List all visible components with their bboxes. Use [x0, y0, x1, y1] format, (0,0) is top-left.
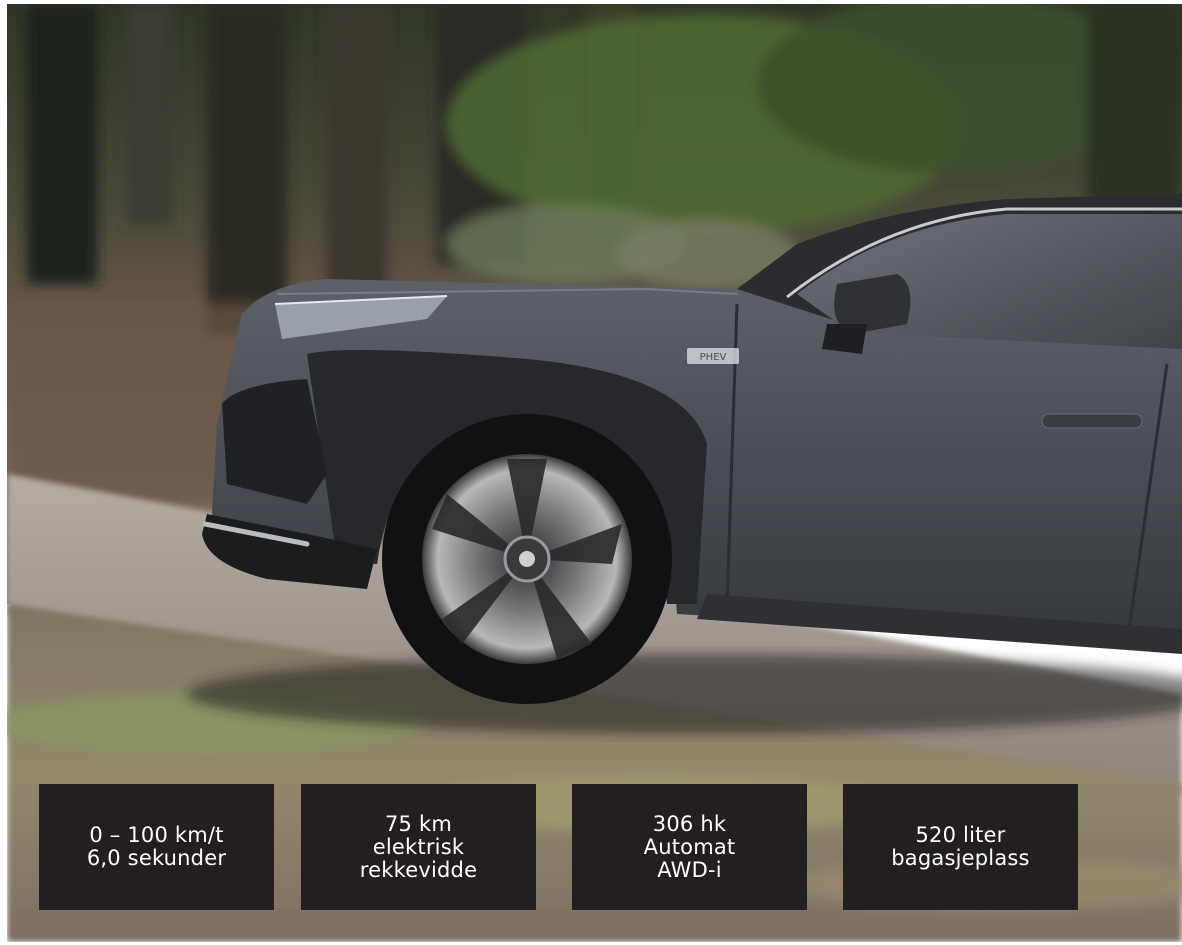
stat-luggage: 520 liter bagasjeplass	[843, 784, 1078, 910]
stat-line: 520 liter	[915, 823, 1006, 847]
stat-line: 0 – 100 km/t	[89, 823, 224, 847]
stat-line: 6,0 sekunder	[86, 846, 227, 870]
stat-power: 306 hk Automat AWD-i	[572, 784, 807, 910]
stat-acceleration: 0 – 100 km/t 6,0 sekunder	[39, 784, 274, 910]
stat-line: 75 km	[384, 811, 452, 836]
stat-line: AWD-i	[657, 857, 722, 882]
stat-line: bagasjeplass	[891, 846, 1030, 870]
stat-electric-range: 75 km elektrisk rekkevidde	[301, 784, 536, 910]
stat-line: rekkevidde	[359, 857, 478, 882]
stat-line: Automat	[643, 834, 736, 859]
car-badge: PHEV	[700, 352, 727, 363]
front-wheel	[382, 414, 672, 704]
stat-line: 306 hk	[652, 811, 727, 836]
stat-line: elektrisk	[372, 834, 465, 859]
